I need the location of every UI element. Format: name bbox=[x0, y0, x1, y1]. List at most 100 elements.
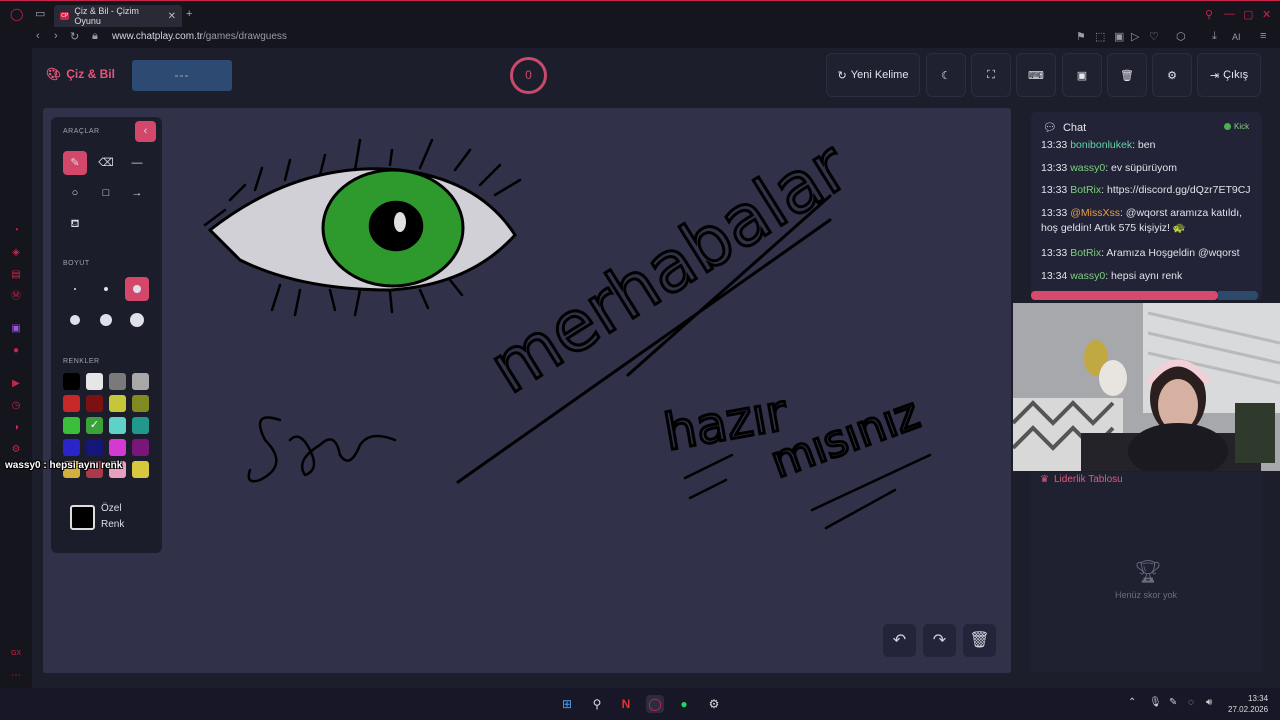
trash-icon: 🗑︎ bbox=[1120, 69, 1134, 82]
sidebar-extensions-icon[interactable]: ◑ bbox=[10, 422, 22, 434]
color-swatch[interactable] bbox=[109, 417, 126, 434]
maximize-icon[interactable]: ▢ bbox=[1243, 8, 1253, 21]
spotify-icon[interactable]: ● bbox=[675, 695, 693, 713]
color-swatch[interactable] bbox=[86, 395, 103, 412]
opera-gx-taskbar-icon[interactable]: ◯ bbox=[646, 695, 664, 713]
steam-icon[interactable]: ⚙ bbox=[705, 695, 723, 713]
minimize-icon[interactable]: — bbox=[1224, 8, 1235, 20]
sidebar-store-icon[interactable]: ▤ bbox=[10, 269, 22, 281]
custom-color-swatch[interactable] bbox=[70, 505, 95, 530]
chat-message-user[interactable]: wassy0 bbox=[1070, 270, 1105, 282]
color-swatch[interactable] bbox=[63, 395, 80, 412]
brush-tool[interactable]: ✎ bbox=[63, 151, 87, 175]
fill-tool[interactable]: ⛾ bbox=[63, 212, 87, 236]
settings-button[interactable]: ⚙ bbox=[1152, 53, 1192, 97]
undo-button[interactable]: ↶ bbox=[883, 624, 916, 657]
color-swatch[interactable] bbox=[109, 395, 126, 412]
color-swatch[interactable] bbox=[109, 439, 126, 456]
opera-logo-icon[interactable]: ◯ bbox=[10, 7, 23, 21]
drawing-canvas[interactable]: merhabalar hazır mısınız bbox=[43, 108, 1011, 673]
aria-ai-button[interactable]: AI bbox=[1232, 32, 1241, 42]
chat-message-user[interactable]: BotRix bbox=[1070, 184, 1101, 196]
color-swatch[interactable] bbox=[63, 417, 80, 434]
exit-button[interactable]: ⇥ Çıkış bbox=[1197, 53, 1261, 97]
chat-message-user[interactable]: BotRix bbox=[1070, 247, 1101, 259]
keyboard-button[interactable]: ⌨ bbox=[1016, 53, 1056, 97]
color-swatch[interactable] bbox=[132, 461, 149, 478]
vpn-icon[interactable]: ▣ bbox=[1114, 30, 1124, 43]
rectangle-tool[interactable]: □ bbox=[94, 181, 118, 205]
color-swatch[interactable] bbox=[132, 395, 149, 412]
color-swatch[interactable] bbox=[132, 439, 149, 456]
download-icon[interactable]: ⤓ bbox=[1212, 30, 1217, 43]
taskbar-clock[interactable]: 13:34 27.02.2026 bbox=[1228, 693, 1268, 715]
color-swatch[interactable] bbox=[63, 439, 80, 456]
dark-mode-button[interactable]: ☾ bbox=[926, 53, 966, 97]
reload-icon[interactable]: ↻ bbox=[70, 30, 79, 43]
sidebar-player-icon[interactable]: ▶ bbox=[10, 378, 22, 390]
sidebar-twitch-icon[interactable]: ▣ bbox=[10, 323, 22, 335]
sidebar-speed-icon[interactable]: ◔ bbox=[10, 225, 22, 237]
heart-icon[interactable]: ♡ bbox=[1149, 30, 1159, 43]
redo-button[interactable]: ↷ bbox=[923, 624, 956, 657]
square-icon: □ bbox=[102, 187, 110, 199]
size-option-6[interactable] bbox=[125, 308, 149, 332]
chat-message-user[interactable]: wassy0 bbox=[1070, 162, 1105, 174]
volume-icon[interactable]: 🔊︎ bbox=[1206, 697, 1212, 708]
sidebar-m-icon[interactable]: Ⓜ bbox=[10, 291, 22, 303]
sidebar-settings-icon[interactable]: ⚙ bbox=[10, 444, 22, 456]
clear-canvas-button[interactable]: 🗑︎ bbox=[963, 624, 996, 657]
color-swatch[interactable]: ✓ bbox=[86, 417, 103, 434]
arrow-tool[interactable]: → bbox=[125, 181, 149, 205]
sidebar-crypto-icon[interactable]: ◈ bbox=[10, 247, 22, 259]
size-option-3[interactable] bbox=[125, 277, 149, 301]
new-word-button[interactable]: ↻ Yeni Kelime bbox=[826, 53, 920, 97]
microphone-icon[interactable]: 🎙︎ bbox=[1149, 697, 1162, 708]
color-swatch[interactable] bbox=[132, 417, 149, 434]
chat-scrollbar[interactable] bbox=[1031, 291, 1218, 300]
line-tool[interactable]: — bbox=[125, 151, 149, 175]
snapshot-icon[interactable]: ⬚ bbox=[1095, 30, 1105, 43]
archive-button[interactable]: ▣ bbox=[1062, 53, 1102, 97]
close-tab-icon[interactable]: ✕ bbox=[168, 11, 176, 22]
delete-button[interactable]: 🗑︎ bbox=[1107, 53, 1147, 97]
forward-icon[interactable]: › bbox=[54, 30, 58, 42]
size-option-1[interactable] bbox=[63, 277, 87, 301]
archive-icon: ▣ bbox=[1076, 69, 1088, 82]
color-swatch[interactable] bbox=[132, 373, 149, 390]
netflix-icon[interactable]: N bbox=[617, 695, 635, 713]
sidebar-u-icon[interactable]: ● bbox=[10, 345, 22, 357]
bookmark-icon[interactable]: ⚑ bbox=[1076, 30, 1086, 43]
color-swatch[interactable] bbox=[109, 373, 126, 390]
menu-icon[interactable]: ≡ bbox=[1260, 30, 1266, 42]
color-swatch[interactable] bbox=[63, 373, 80, 390]
back-icon[interactable]: ‹ bbox=[36, 30, 40, 42]
tab-overview-icon[interactable]: ▭ bbox=[35, 7, 45, 20]
taskbar-search-icon[interactable]: ⚲ bbox=[588, 695, 606, 713]
size-option-4[interactable] bbox=[63, 308, 87, 332]
new-tab-icon[interactable]: + bbox=[186, 8, 192, 20]
color-swatch[interactable] bbox=[86, 439, 103, 456]
search-icon[interactable]: ⚲ bbox=[1205, 8, 1213, 21]
windows-start-icon[interactable]: ⊞ bbox=[558, 695, 576, 713]
sidebar-gx-icon[interactable]: GX bbox=[10, 648, 22, 660]
close-window-icon[interactable]: ✕ bbox=[1262, 8, 1271, 21]
browser-tab[interactable]: CP Çiz & Bil - Çizim Oyunu ✕ bbox=[54, 5, 182, 27]
extensions-icon[interactable]: ⬡ bbox=[1176, 30, 1186, 43]
color-swatch[interactable] bbox=[86, 373, 103, 390]
wifi-icon[interactable]: ◌ bbox=[1188, 697, 1194, 708]
pen-icon[interactable]: ✎ bbox=[1169, 697, 1177, 708]
collapse-panel-button[interactable]: ‹ bbox=[135, 121, 156, 142]
sidebar-more-icon[interactable]: ⋯ bbox=[10, 670, 22, 682]
eraser-tool[interactable]: ⌫ bbox=[94, 151, 118, 175]
size-option-2[interactable] bbox=[94, 277, 118, 301]
tray-overflow-icon[interactable]: ⌃ bbox=[1128, 697, 1136, 708]
url-field[interactable]: www.chatplay.com.tr/games/drawguess bbox=[112, 31, 287, 42]
chat-message-user[interactable]: @MissXss bbox=[1070, 207, 1120, 219]
chat-message-user[interactable]: bonibonlukek bbox=[1070, 139, 1132, 151]
fullscreen-button[interactable]: ⛶ bbox=[971, 53, 1011, 97]
size-option-5[interactable] bbox=[94, 308, 118, 332]
player-icon[interactable]: ▷ bbox=[1131, 30, 1139, 43]
sidebar-history-icon[interactable]: ◷ bbox=[10, 400, 22, 412]
circle-tool[interactable]: ○ bbox=[63, 181, 87, 205]
